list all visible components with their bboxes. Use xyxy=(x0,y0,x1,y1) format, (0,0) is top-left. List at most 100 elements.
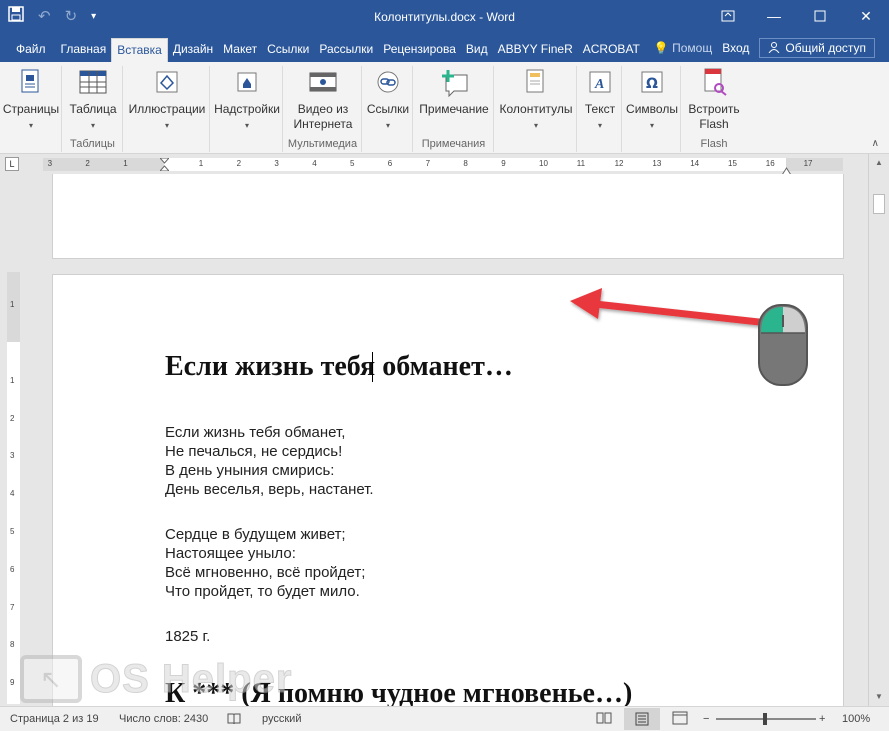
ruler-number: 6 xyxy=(387,159,393,168)
symbols-button[interactable]: Ω Символы ▾ xyxy=(623,66,681,133)
group-addins: Надстройки ▾ xyxy=(211,66,283,152)
ruler-number: 15 xyxy=(728,159,737,168)
table-button[interactable]: Таблица ▾ xyxy=(65,66,121,133)
scroll-down-icon[interactable]: ▼ xyxy=(869,688,889,706)
ribbon-display-icon[interactable] xyxy=(705,0,751,32)
lightbulb-icon: 💡 xyxy=(653,41,669,55)
proofing-icon[interactable] xyxy=(227,713,241,728)
pages-label: Страницы xyxy=(2,102,60,116)
pages-icon xyxy=(15,66,47,98)
scroll-up-icon[interactable]: ▲ xyxy=(869,154,889,172)
zoom-out-button[interactable]: − xyxy=(703,713,709,725)
vruler-number: 9 xyxy=(10,678,15,688)
tab-layout[interactable]: Макет xyxy=(218,38,262,62)
maximize-icon[interactable] xyxy=(797,0,843,32)
cursor-arrow-icon: ↖ xyxy=(20,655,82,703)
chevron-down-icon: ▾ xyxy=(28,121,33,130)
svg-text:A: A xyxy=(594,77,604,92)
illustrations-label: Иллюстрации xyxy=(128,102,206,116)
symbols-label: Символы xyxy=(626,102,678,116)
stanza-1[interactable]: Если жизнь тебя обманет, Не печалься, не… xyxy=(165,423,374,499)
web-layout-icon[interactable] xyxy=(672,711,688,728)
chevron-down-icon: ▾ xyxy=(164,121,169,130)
right-indent-marker[interactable] xyxy=(781,162,792,176)
ruler-number: 17 xyxy=(803,159,813,168)
tab-insert[interactable]: Вставка xyxy=(111,38,168,62)
stanza-line: Если жизнь тебя обманет, xyxy=(165,424,346,441)
group-illustrations: Иллюстрации ▾ xyxy=(124,66,210,152)
tab-acrobat[interactable]: ACROBAT xyxy=(578,38,645,62)
zoom-slider-thumb[interactable] xyxy=(763,713,767,725)
svg-text:Ω: Ω xyxy=(646,76,658,92)
chevron-down-icon: ▾ xyxy=(533,121,538,130)
poem-date[interactable]: 1825 г. xyxy=(165,627,210,646)
ruler-number: 5 xyxy=(350,159,355,168)
stanza-line: День веселья, верь, настанет. xyxy=(165,481,374,498)
media-group-label: Мультимедиа xyxy=(287,138,358,150)
text-cursor xyxy=(372,352,373,382)
group-tables: Таблица ▾ Таблицы xyxy=(63,66,123,152)
ruler-number: 3 xyxy=(47,159,53,168)
addins-button[interactable]: Надстройки ▾ xyxy=(213,66,281,133)
group-links: Ссылки ▾ xyxy=(363,66,413,152)
window-controls: — ✕ xyxy=(705,0,889,32)
tab-view[interactable]: Вид xyxy=(461,38,493,62)
horizontal-ruler[interactable]: 3 2 1 1 2 3 4 5 6 7 8 9 10 11 12 13 14 15 16 17 xyxy=(43,157,843,176)
chevron-down-icon: ▾ xyxy=(597,121,602,130)
page-count[interactable]: Страница 2 из 19 xyxy=(10,713,99,725)
text-label: Текст xyxy=(584,102,616,116)
document-area[interactable]: Если жизнь тебя обманет… Если жизнь тебя… xyxy=(22,174,867,706)
stanza-line: В день уныния смирись: xyxy=(165,462,335,479)
embed-flash-button[interactable]: Встроить Flash xyxy=(682,66,746,132)
flash-group-label: Flash xyxy=(700,138,728,150)
store-icon xyxy=(231,66,263,98)
read-mode-icon[interactable] xyxy=(596,711,612,728)
ruler-number: 8 xyxy=(463,159,468,168)
ruler-number: 10 xyxy=(539,159,548,168)
comment-button[interactable]: Примечание xyxy=(416,66,492,117)
share-button[interactable]: Общий доступ xyxy=(759,38,875,58)
links-button[interactable]: Ссылки ▾ xyxy=(363,66,413,133)
vertical-scrollbar[interactable]: ▲ ▼ xyxy=(868,154,889,706)
tab-home[interactable]: Главная xyxy=(56,38,112,62)
stanza-line: Сердце в будущем живет; xyxy=(165,526,346,543)
word-count[interactable]: Число слов: 2430 xyxy=(119,713,208,725)
ruler-number: 14 xyxy=(690,159,700,168)
sign-in-link[interactable]: Вход xyxy=(722,41,749,55)
chevron-down-icon: ▾ xyxy=(649,121,654,130)
zoom-in-button[interactable]: + xyxy=(819,713,825,725)
tab-design[interactable]: Дизайн xyxy=(168,38,218,62)
pages-button[interactable]: Страницы ▾ xyxy=(2,66,60,133)
text-button[interactable]: A Текст ▾ xyxy=(578,66,622,133)
illustrations-button[interactable]: Иллюстрации ▾ xyxy=(126,66,208,133)
poem-heading-1[interactable]: Если жизнь тебя обманет… xyxy=(165,351,513,383)
tab-abbyy[interactable]: ABBYY FineR xyxy=(493,38,578,62)
tab-mailings[interactable]: Рассылки xyxy=(314,38,378,62)
collapse-ribbon-icon[interactable]: ∧ xyxy=(872,138,879,149)
language-indicator[interactable]: русский xyxy=(262,713,301,725)
online-video-button[interactable]: Видео из Интернета xyxy=(286,66,360,132)
tab-file[interactable]: Файл xyxy=(0,38,56,62)
tab-references[interactable]: Ссылки xyxy=(262,38,314,62)
vruler-number: 1 xyxy=(10,375,15,385)
zoom-level[interactable]: 100% xyxy=(842,713,870,725)
zoom-slider[interactable] xyxy=(716,713,816,725)
vruler-number: 4 xyxy=(10,489,15,499)
close-icon[interactable]: ✕ xyxy=(843,0,889,32)
tell-me[interactable]: 💡 Помощ xyxy=(654,41,712,55)
tables-group-label: Таблицы xyxy=(70,138,115,150)
minimize-icon[interactable]: — xyxy=(751,0,797,32)
scroll-thumb[interactable] xyxy=(873,194,885,214)
print-layout-icon[interactable] xyxy=(624,708,660,730)
header-footer-button[interactable]: Колонтитулы ▾ xyxy=(497,66,575,133)
indent-marker[interactable] xyxy=(158,157,171,172)
stanza-2[interactable]: Сердце в будущем живет; Настоящее уныло:… xyxy=(165,525,365,601)
tab-review[interactable]: Рецензирова xyxy=(378,38,461,62)
page-1-bottom[interactable] xyxy=(52,174,844,259)
tab-selector[interactable]: L xyxy=(5,157,19,171)
group-pages: Страницы ▾ xyxy=(0,66,62,152)
links-label: Ссылки xyxy=(366,102,410,116)
stanza-line: Настоящее уныло: xyxy=(165,545,296,562)
vertical-ruler[interactable]: 1 1 2 3 4 5 6 7 8 9 xyxy=(7,272,20,704)
ribbon-insert: Страницы ▾ Таблица ▾ Таблицы Иллюстрации… xyxy=(0,62,889,154)
